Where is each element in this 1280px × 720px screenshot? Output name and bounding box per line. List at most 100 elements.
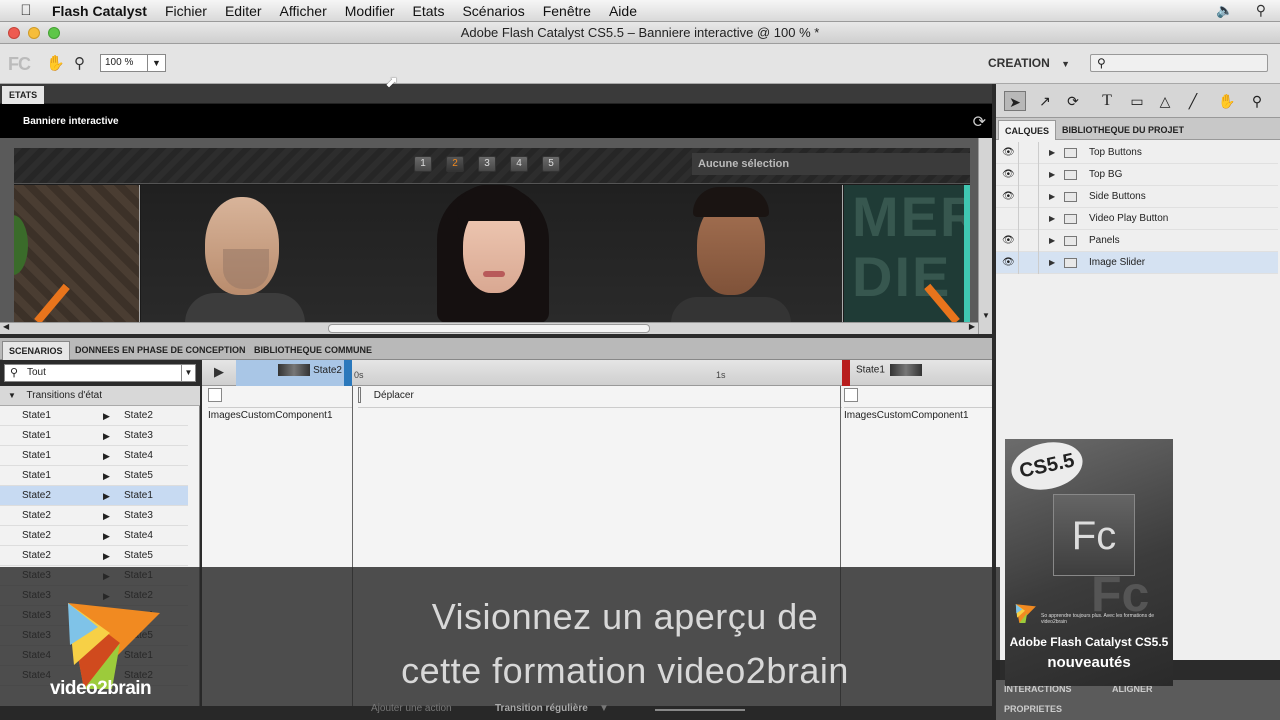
timeline-end-marker[interactable] [842,360,850,386]
timeline-zoom-slider[interactable] [655,709,745,711]
pager-button-2[interactable]: 2 [446,156,464,172]
rectangle-tool-icon[interactable]: ▭ [1126,91,1148,111]
zoom-icon[interactable]: ⚲ [74,54,85,72]
eye-icon[interactable]: 👁 [1002,164,1016,186]
apple-icon[interactable]:  [0,2,52,19]
minimize-window-button[interactable] [28,27,40,39]
eye-icon[interactable]: 👁 [1002,186,1016,208]
expand-triangle-icon[interactable]: ▶ [1049,230,1055,252]
hand-tool-icon[interactable]: ✋ [1216,91,1238,111]
zoom-level-value: 100 % [105,57,134,68]
text-tool-icon[interactable]: T [1096,91,1118,111]
play-icon[interactable]: ▶ [214,364,224,380]
direct-select-tool-icon[interactable]: ↗ [1034,91,1056,111]
start-state-label: State2 [313,365,342,376]
timeline-start-state[interactable]: State2 [236,360,346,386]
line-tool-icon[interactable]: ╱ [1182,91,1204,111]
artboard-horizontal-scrollbar[interactable]: ◀ ▶ [0,322,978,334]
chevron-down-icon[interactable]: ▼ [181,365,195,381]
rotate-tool-icon[interactable]: ⟳ [1062,91,1084,111]
eye-icon[interactable]: 👁 [1002,230,1016,252]
expand-triangle-icon[interactable]: ▶ [1049,186,1055,208]
chevron-down-icon[interactable]: ▼ [599,703,609,714]
menu-fichier[interactable]: Fichier [156,3,216,19]
transition-row[interactable]: State2 ▶ State3 [0,506,188,526]
tab-etats[interactable]: ETATS [2,86,45,104]
tab-donnees-conception[interactable]: DONNEES EN PHASE DE CONCEPTION [69,341,252,360]
spotlight-search-icon[interactable]: ⚲ [1256,2,1266,19]
transitions-filter-select[interactable]: ⚲ Tout ▼ [4,364,196,382]
scroll-down-icon[interactable]: ▼ [982,311,990,320]
pager-button-4[interactable]: 4 [510,156,528,172]
collapse-triangle-icon[interactable]: ▼ [8,391,16,400]
chevron-right-icon: ▶ [103,451,110,461]
menu-scenarios[interactable]: Scénarios [453,3,533,19]
menu-etats[interactable]: Etats [404,3,454,19]
artboard-vertical-scrollbar[interactable]: ▼ [978,138,992,334]
menu-app-name[interactable]: Flash Catalyst [52,3,156,19]
expand-triangle-icon[interactable]: ▶ [1049,142,1055,164]
menu-fenetre[interactable]: Fenêtre [534,3,600,19]
timeline-end-state[interactable]: State1 [856,364,922,376]
component-checkbox[interactable] [844,388,858,403]
transitions-header[interactable]: ▼ Transitions d'état [0,386,200,406]
triangle-tool-icon[interactable]: △ [1154,91,1176,111]
scroll-right-icon[interactable]: ▶ [969,322,975,331]
timeline-component-row-end[interactable]: ImagesCustomComponent1 [844,386,992,421]
layer-row[interactable]: 👁 ▶ Side Buttons [996,186,1278,208]
scroll-left-icon[interactable]: ◀ [3,322,9,331]
orange-arrow-left[interactable] [34,283,70,323]
transition-row[interactable]: State1 ▶ State5 [0,466,188,486]
timeline-start-marker[interactable] [344,360,352,386]
eye-icon[interactable]: 👁 [1002,142,1016,164]
layer-row[interactable]: 👁 ▶ Top Buttons [996,142,1278,164]
transition-row[interactable]: State1 ▶ State2 [0,406,188,426]
volume-icon[interactable]: 🔈 [1216,2,1233,19]
layer-row[interactable]: 👁 ▶ Top BG [996,164,1278,186]
workspace-switcher[interactable]: CREATION ▼ [988,56,1070,70]
refresh-icon[interactable]: ⟳ [973,112,986,132]
transition-row[interactable]: State1 ▶ State4 [0,446,188,466]
timeline-action-row[interactable]: Déplacer [358,386,842,408]
expand-triangle-icon[interactable]: ▶ [1049,208,1055,230]
zoom-window-button[interactable] [48,27,60,39]
layer-row[interactable]: 👁 ▶ Panels [996,230,1278,252]
component-checkbox[interactable] [208,388,222,403]
chevron-down-icon[interactable]: ▼ [147,55,165,71]
tab-proprietes[interactable]: PROPRIETES [1004,704,1062,714]
help-search-input[interactable]: ⚲ [1090,54,1268,72]
menu-editer[interactable]: Editer [216,3,271,19]
scroll-thumb[interactable] [328,324,650,333]
transition-to: State2 [124,410,153,421]
tab-calques[interactable]: CALQUES [998,120,1057,140]
zoom-tool-icon[interactable]: ⚲ [1246,91,1268,111]
transition-row[interactable]: State1 ▶ State3 [0,426,188,446]
tools-panel: ➤ ↗ ⟳ T ▭ △ ╱ ✋ ⚲ [996,84,1280,118]
expand-triangle-icon[interactable]: ▶ [1049,164,1055,186]
add-action-button[interactable]: Ajouter une action [371,703,452,714]
expand-triangle-icon[interactable]: ▶ [1049,252,1055,274]
transition-row[interactable]: State2 ▶ State4 [0,526,188,546]
tab-bibliotheque-projet[interactable]: BIBLIOTHEQUE DU PROJET [1056,120,1190,140]
smooth-transition-button[interactable]: Transition régulière [495,703,588,714]
layer-row[interactable]: ▶ Video Play Button [996,208,1278,230]
tab-scenarios[interactable]: SCENARIOS [2,341,70,360]
action-bar[interactable] [358,387,361,404]
menu-aide[interactable]: Aide [600,3,646,19]
pager-button-5[interactable]: 5 [542,156,560,172]
pager-button-3[interactable]: 3 [478,156,496,172]
layer-row-selected[interactable]: 👁 ▶ Image Slider [996,252,1278,274]
eye-icon[interactable]: 👁 [1002,252,1016,274]
state-thumbnail [278,364,311,377]
select-tool-icon[interactable]: ➤ [1004,91,1026,111]
timeline-component-row[interactable]: ImagesCustomComponent1 [208,386,352,421]
transition-row[interactable]: State2 ▶ State1 [0,486,188,506]
menu-afficher[interactable]: Afficher [271,3,336,19]
zoom-level-select[interactable]: 100 % ▼ [100,54,166,72]
pager-button-1[interactable]: 1 [414,156,432,172]
menu-modifier[interactable]: Modifier [336,3,404,19]
hand-icon[interactable]: ✋ [46,54,65,72]
transition-row[interactable]: State2 ▶ State5 [0,546,188,566]
close-window-button[interactable] [8,27,20,39]
tab-bibliotheque-commune[interactable]: BIBLIOTHEQUE COMMUNE [248,341,378,360]
